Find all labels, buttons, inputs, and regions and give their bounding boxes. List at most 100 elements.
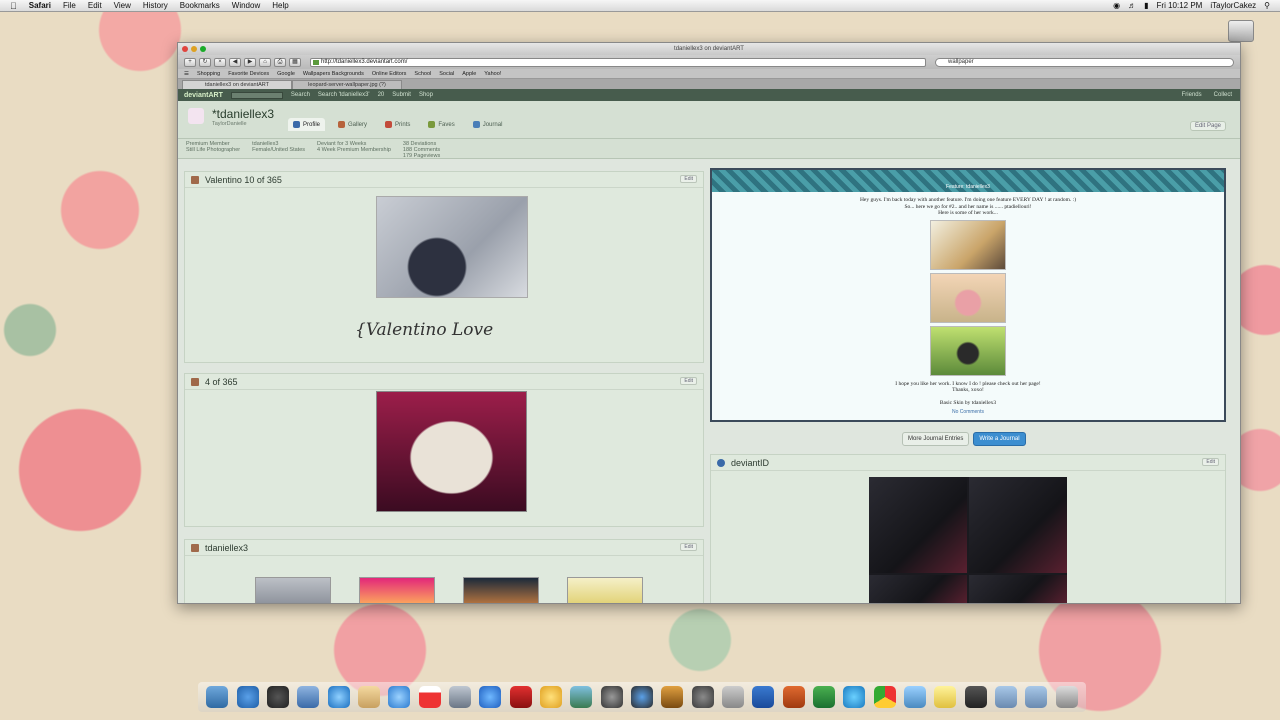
cyberduck-icon[interactable]	[904, 686, 927, 708]
widget-edit-button[interactable]: Edit	[680, 543, 697, 551]
iphoto-icon[interactable]	[570, 686, 593, 708]
add-bookmark-icon[interactable]: +	[184, 57, 196, 67]
bookmark-yahoo[interactable]: Yahoo!	[484, 71, 501, 77]
more-journal-entries-button[interactable]: More Journal Entries	[902, 432, 970, 446]
tab-journal[interactable]: Journal	[468, 118, 508, 131]
bookmarks-list-icon[interactable]: ☰	[184, 71, 189, 77]
stop-icon[interactable]: ×	[214, 57, 226, 67]
cupcake-photo[interactable]	[376, 391, 527, 512]
bookmark-google[interactable]: Google	[277, 71, 295, 77]
menu-history[interactable]: History	[143, 1, 168, 10]
imovie-icon[interactable]	[600, 686, 623, 708]
messenger-icon[interactable]	[843, 686, 866, 708]
menu-safari[interactable]: Safari	[29, 1, 51, 10]
word-icon[interactable]	[752, 686, 775, 708]
forward-icon[interactable]: ▶	[244, 57, 256, 67]
journal-title[interactable]: Feature: tdaniellex3	[946, 184, 990, 192]
home-icon[interactable]: ⌂	[259, 57, 271, 67]
menu-help[interactable]: Help	[272, 1, 288, 10]
message-count[interactable]: 20	[378, 92, 385, 98]
friends-link[interactable]: Friends	[1182, 92, 1202, 98]
bookmark-wallpapers[interactable]: Wallpapers Backgrounds	[303, 71, 364, 77]
gallery-thumb[interactable]	[567, 577, 643, 603]
powerpoint-icon[interactable]	[782, 686, 805, 708]
tab-profile[interactable]: Profile	[288, 118, 326, 131]
address-bar[interactable]: http://tdaniellex3.deviantart.com/	[310, 57, 926, 67]
time-machine-icon[interactable]	[691, 686, 714, 708]
bookmark-online-editors[interactable]: Online Editors	[372, 71, 407, 77]
finder-icon[interactable]	[206, 686, 229, 708]
applications-folder-icon[interactable]	[995, 686, 1018, 708]
deviantid-photo[interactable]	[869, 477, 1067, 603]
tab-deviantart[interactable]: tdaniellex3 on deviantART	[182, 80, 292, 89]
menu-window[interactable]: Window	[232, 1, 260, 10]
bookmark-social[interactable]: Social	[439, 71, 454, 77]
shop-link[interactable]: Shop	[419, 92, 433, 98]
tab-faves[interactable]: Faves	[423, 118, 459, 131]
journal-image[interactable]	[930, 272, 1006, 323]
menu-view[interactable]: View	[114, 1, 131, 10]
dashboard-icon[interactable]	[266, 686, 289, 708]
tab-wallpaper[interactable]: leopard-server-wallpaper.jpg (?)	[292, 80, 402, 89]
user-name[interactable]: iTaylorCakez	[1210, 1, 1256, 10]
widget-edit-button[interactable]: Edit	[1202, 458, 1219, 466]
deviantart-logo[interactable]: deviantART	[184, 92, 223, 99]
write-journal-button[interactable]: Write a Journal	[973, 432, 1026, 446]
quicktime-icon[interactable]	[630, 686, 653, 708]
spotlight-icon[interactable]: ⚲	[1264, 1, 1270, 10]
chrome-icon[interactable]	[873, 686, 896, 708]
app-store-icon[interactable]	[236, 686, 259, 708]
mail-icon[interactable]	[297, 686, 320, 708]
system-preferences-icon[interactable]	[722, 686, 745, 708]
tab-gallery[interactable]: Gallery	[333, 118, 372, 131]
aperture-icon[interactable]	[539, 686, 562, 708]
bookmark-favorite-devices[interactable]: Favorite Devices	[228, 71, 269, 77]
tab-overview-icon[interactable]: ▦	[289, 57, 301, 67]
collect-link[interactable]: Collect	[1214, 92, 1232, 98]
profile-username[interactable]: *tdaniellex3	[212, 107, 274, 121]
widget-edit-button[interactable]: Edit	[680, 377, 697, 385]
ichat-icon[interactable]	[388, 686, 411, 708]
excel-icon[interactable]	[813, 686, 836, 708]
gallery-thumb[interactable]	[359, 577, 435, 603]
journal-image[interactable]	[930, 219, 1006, 270]
bookmark-shopping[interactable]: Shopping	[197, 71, 220, 77]
da-search-button[interactable]: Search	[291, 92, 310, 98]
menu-bookmarks[interactable]: Bookmarks	[180, 1, 220, 10]
featured-photo[interactable]	[376, 196, 528, 298]
clapper-icon[interactable]	[964, 686, 987, 708]
widget-title[interactable]: tdaniellex3	[205, 543, 248, 553]
avatar[interactable]	[188, 108, 204, 124]
submit-link[interactable]: Submit	[392, 92, 411, 98]
da-search-input[interactable]	[230, 91, 283, 99]
clock[interactable]: Fri 10:12 PM	[1157, 1, 1203, 10]
edit-page-button[interactable]: Edit Page	[1189, 121, 1226, 131]
stickies-icon[interactable]	[934, 686, 957, 708]
trash-icon[interactable]	[1055, 686, 1078, 708]
journal-comments-link[interactable]: No Comments	[712, 409, 1224, 415]
wifi-icon[interactable]: ◉	[1113, 1, 1120, 10]
safari-icon[interactable]	[327, 686, 350, 708]
widget-edit-button[interactable]: Edit	[680, 175, 697, 183]
hard-drive-icon[interactable]	[1228, 20, 1254, 42]
da-search-scope[interactable]: Search 'tdaniellex3'	[318, 92, 370, 98]
widget-title[interactable]: deviantID	[731, 458, 769, 468]
battery-icon[interactable]: ▮	[1144, 1, 1148, 10]
gallery-thumb[interactable]	[255, 577, 331, 603]
back-icon[interactable]: ◀	[229, 57, 241, 67]
menu-edit[interactable]: Edit	[88, 1, 102, 10]
calendar-icon[interactable]	[418, 686, 441, 708]
bookmark-school[interactable]: School	[414, 71, 431, 77]
address-book-icon[interactable]	[357, 686, 380, 708]
journal-image[interactable]	[930, 325, 1006, 376]
apple-menu-icon[interactable]: 	[10, 1, 17, 11]
preview-icon[interactable]	[448, 686, 471, 708]
downloads-folder-icon[interactable]	[1025, 686, 1048, 708]
photo-booth-icon[interactable]	[509, 686, 532, 708]
widget-title[interactable]: Valentino 10 of 365	[205, 175, 282, 185]
itunes-icon[interactable]	[479, 686, 502, 708]
bookmark-apple[interactable]: Apple	[462, 71, 476, 77]
tab-prints[interactable]: Prints	[380, 118, 415, 131]
reload-icon[interactable]: ↻	[199, 57, 211, 67]
garageband-icon[interactable]	[661, 686, 684, 708]
